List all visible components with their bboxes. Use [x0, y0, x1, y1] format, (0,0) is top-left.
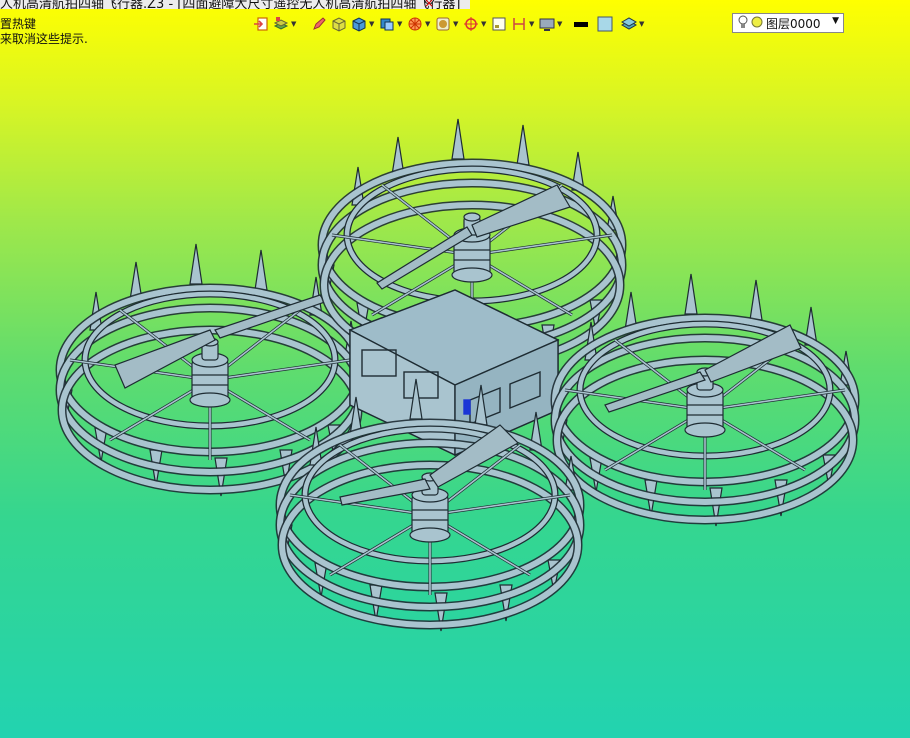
frame-icon	[490, 15, 508, 33]
pencil-button[interactable]	[310, 13, 328, 35]
layer-select-value: 图层0000	[766, 16, 821, 31]
texture-button[interactable]: ▼	[434, 13, 460, 35]
chevron-down-icon[interactable]: ▼	[529, 20, 536, 28]
view-toolbar: ▼ ▼ ▼ ▼ ▼ ▼ ▼ ▼ ▼	[252, 12, 646, 36]
chevron-down-icon[interactable]: ▼	[369, 20, 376, 28]
pencil-icon	[310, 15, 328, 33]
propeller-blade	[471, 184, 571, 238]
shaded-cube-button[interactable]: ▼	[378, 13, 404, 35]
layers-tool-button[interactable]: ▼	[272, 13, 298, 35]
dimension-icon	[510, 15, 528, 33]
dimension-button[interactable]: ▼	[510, 13, 536, 35]
layers-tool-icon	[272, 15, 290, 33]
chevron-down-icon[interactable]: ▼	[481, 20, 488, 28]
layer-color-icon	[751, 16, 763, 31]
screen-icon	[538, 15, 556, 33]
target-icon	[462, 15, 480, 33]
box-icon	[330, 15, 348, 33]
chevron-down-icon[interactable]: ▼	[425, 20, 432, 28]
render-button[interactable]: ▼	[406, 13, 432, 35]
chevron-down-icon[interactable]: ▼	[639, 20, 646, 28]
render-icon	[406, 15, 424, 33]
stack-icon	[620, 15, 638, 33]
stack-button[interactable]: ▼	[620, 13, 646, 35]
texture-icon	[434, 15, 452, 33]
screen-button[interactable]: ▼	[538, 13, 564, 35]
fill-swatch-icon	[596, 15, 614, 33]
cube-icon	[350, 15, 368, 33]
box-button[interactable]	[330, 13, 348, 35]
cube-button[interactable]: ▼	[350, 13, 376, 35]
target-button[interactable]: ▼	[462, 13, 488, 35]
exit-button[interactable]	[252, 13, 270, 35]
frame-button[interactable]	[490, 13, 508, 35]
lightbulb-icon[interactable]	[737, 15, 749, 32]
chevron-down-icon[interactable]: ▼	[557, 20, 564, 28]
color-swatch-icon	[572, 15, 590, 33]
shaded-cube-icon	[378, 15, 396, 33]
chevron-down-icon[interactable]: ▼	[397, 20, 404, 28]
fill-swatch-button[interactable]	[596, 13, 614, 35]
layer-select[interactable]: 图层0000 ▼	[732, 13, 844, 33]
model-viewport[interactable]	[0, 0, 910, 738]
color-swatch-button[interactable]	[572, 13, 590, 35]
chevron-down-icon[interactable]: ▼	[832, 16, 839, 26]
chevron-down-icon[interactable]: ▼	[291, 20, 298, 28]
exit-icon	[252, 15, 270, 33]
chevron-down-icon[interactable]: ▼	[453, 20, 460, 28]
